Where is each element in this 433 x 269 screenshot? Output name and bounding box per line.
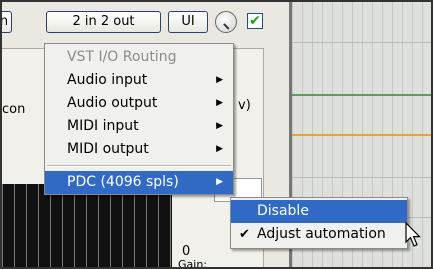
submenu-arrow-icon: ▶	[216, 121, 223, 131]
check-icon: ✔	[239, 227, 250, 242]
menu-item-midi-input[interactable]: MIDI input ▶	[45, 115, 233, 138]
menu-item-label: MIDI input	[67, 118, 139, 134]
level-meter	[2, 184, 172, 267]
io-routing-button[interactable]: 2 in 2 out	[46, 11, 161, 33]
envelope-line-orange	[292, 134, 431, 136]
menu-item-midi-output[interactable]: MIDI output ▶	[45, 138, 233, 161]
menu-item-audio-input[interactable]: Audio input ▶	[45, 69, 233, 92]
menu-separator	[47, 165, 231, 167]
background-partial-label-right: v)	[238, 98, 251, 113]
ui-button[interactable]: UI	[168, 11, 208, 33]
menu-item-label: Audio input	[67, 72, 148, 88]
meter-zero-label: 0	[182, 244, 191, 259]
grid-line	[292, 177, 431, 178]
wet-dry-knob[interactable]	[215, 11, 237, 33]
pdc-submenu: Disable ✔ Adjust automation	[230, 197, 408, 249]
menu-item-label: PDC (4096 spls)	[67, 174, 179, 190]
menu-item-pdc[interactable]: PDC (4096 spls) ▶	[45, 171, 233, 194]
grid-line	[292, 42, 431, 43]
mouse-cursor-icon	[405, 222, 421, 247]
submenu-item-label: Adjust automation	[257, 226, 386, 242]
submenu-arrow-icon: ▶	[216, 144, 223, 154]
menu-item-vst-io-routing: VST I/O Routing	[45, 46, 233, 69]
envelope-line-green	[292, 94, 431, 96]
menu-item-label: MIDI output	[67, 141, 149, 157]
gain-label: Gain:	[178, 258, 207, 269]
menu-item-audio-output[interactable]: Audio output ▶	[45, 92, 233, 115]
submenu-arrow-icon: ▶	[216, 177, 223, 187]
enable-checkbox[interactable]: ✔	[247, 13, 263, 29]
menu-item-label: Audio output	[67, 95, 158, 111]
submenu-item-adjust-automation[interactable]: ✔ Adjust automation	[231, 223, 407, 246]
menu-item-label: VST I/O Routing	[67, 49, 177, 65]
background-partial-label-left: con	[2, 102, 26, 117]
submenu-item-label: Disable	[257, 203, 309, 219]
submenu-arrow-icon: ▶	[216, 75, 223, 85]
io-context-menu: VST I/O Routing Audio input ▶ Audio outp…	[44, 43, 234, 195]
partial-toolbar-button[interactable]: n	[2, 11, 12, 33]
submenu-item-disable[interactable]: Disable	[231, 200, 407, 223]
submenu-arrow-icon: ▶	[216, 98, 223, 108]
